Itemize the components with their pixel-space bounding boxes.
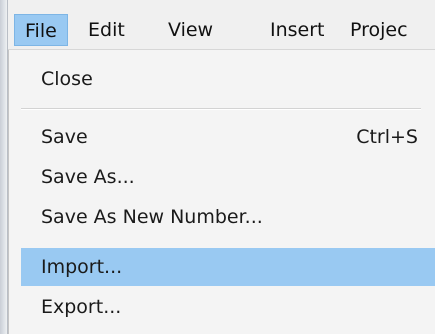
menu-item-label: Save xyxy=(41,126,88,148)
menu-bar: File Edit View Insert Projec xyxy=(8,8,435,50)
menubar-view[interactable]: View xyxy=(158,14,223,46)
menu-item-save[interactable]: Save Ctrl+S xyxy=(21,118,435,156)
menu-item-label: Export... xyxy=(41,296,122,318)
menu-item-close[interactable]: Close xyxy=(21,60,435,98)
menubar-project[interactable]: Projec xyxy=(340,14,418,46)
menu-item-label: Save As... xyxy=(41,166,135,188)
menu-item-save-as[interactable]: Save As... xyxy=(21,158,435,196)
menu-item-label: Save As New Number... xyxy=(41,206,263,228)
menu-separator xyxy=(21,108,421,110)
menu-item-save-as-new-number[interactable]: Save As New Number... xyxy=(21,198,435,236)
menubar-insert[interactable]: Insert xyxy=(260,14,335,46)
window-left-border xyxy=(0,0,8,334)
menu-item-label: Close xyxy=(41,68,93,90)
shortcut-label: Ctrl+S xyxy=(356,126,418,148)
menu-item-export[interactable]: Export... xyxy=(21,288,435,326)
application-window: File Edit View Insert Projec Close Save … xyxy=(0,0,435,334)
menu-item-import[interactable]: Import... xyxy=(21,248,435,286)
file-menu-dropdown: Close Save Ctrl+S Save As... Save As New… xyxy=(8,50,435,334)
menubar-edit[interactable]: Edit xyxy=(78,14,135,46)
menubar-file[interactable]: File xyxy=(14,14,68,46)
menu-item-label: Import... xyxy=(41,256,123,278)
